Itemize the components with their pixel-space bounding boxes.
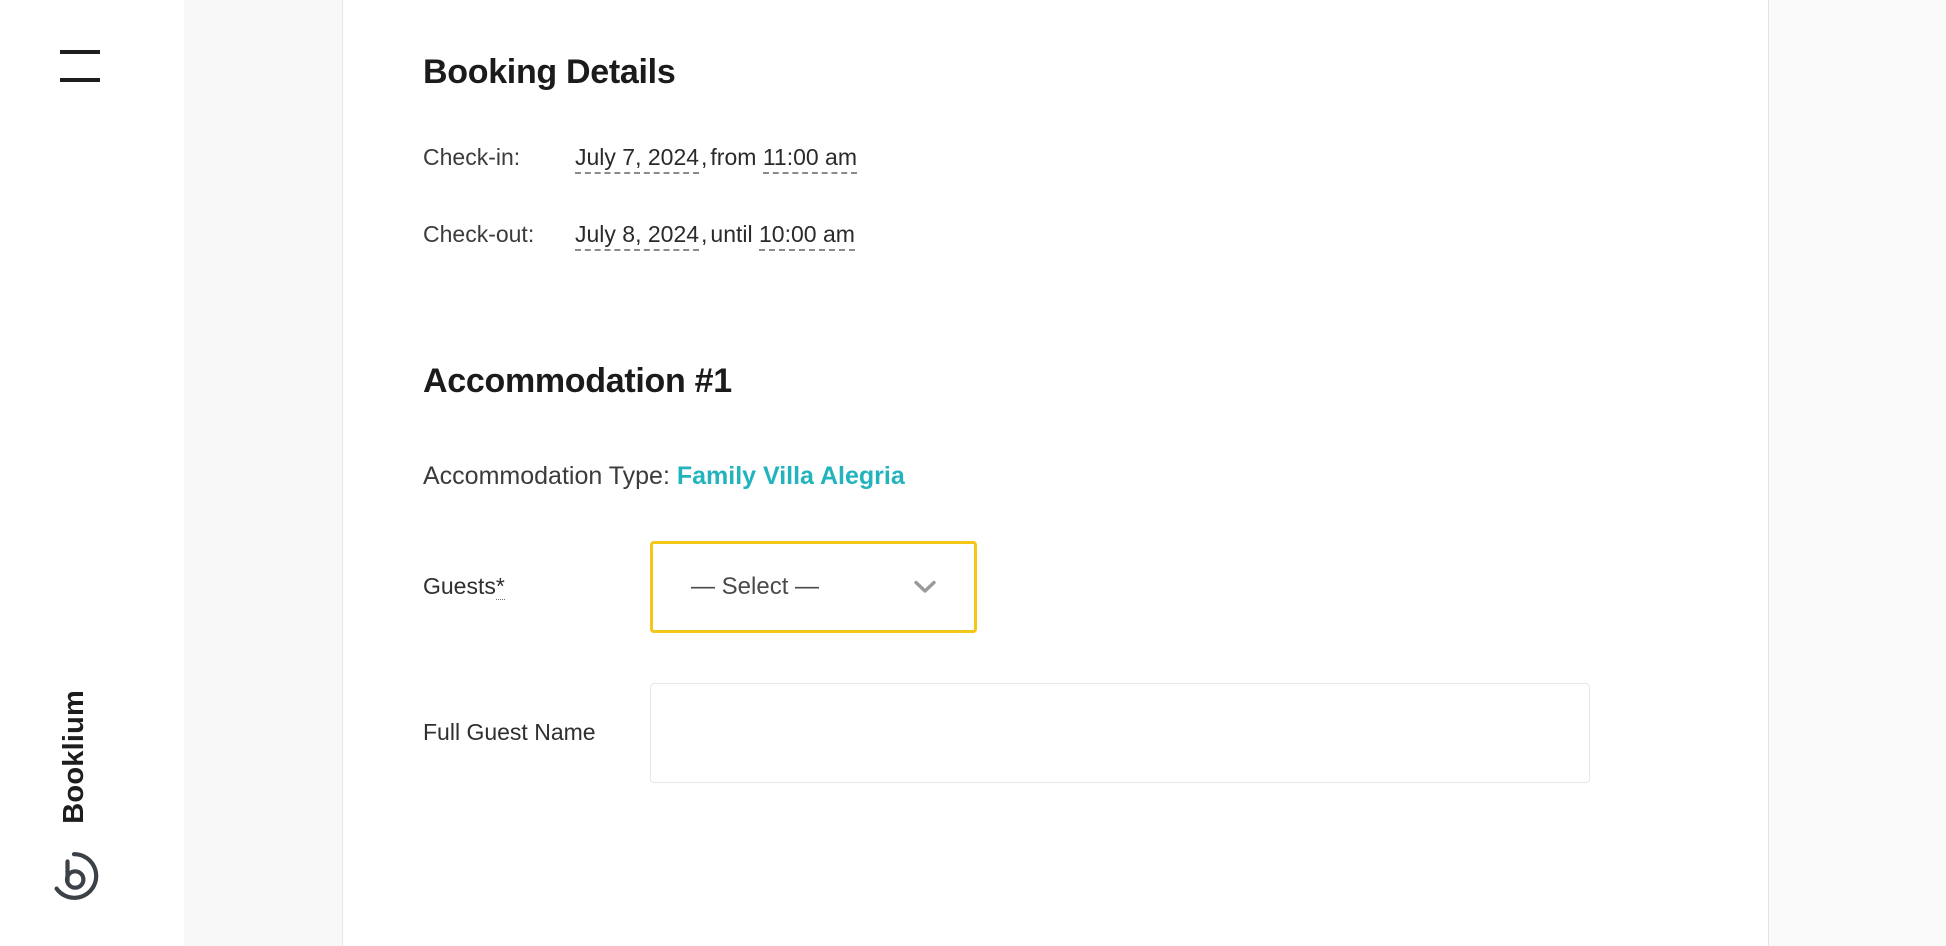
accommodation-type-row: Accommodation Type: Family Villa Alegria bbox=[423, 461, 1768, 492]
guests-select-value: — Select — bbox=[691, 572, 820, 600]
left-gutter-strip bbox=[184, 0, 343, 946]
required-asterisk: * bbox=[495, 572, 505, 600]
checkin-date: July 7, 2024 bbox=[575, 143, 700, 174]
accommodation-type-value: Family Villa Alegria bbox=[676, 461, 905, 490]
guests-field-row: Guests* — Select — bbox=[423, 540, 1768, 633]
accommodation-heading: Accommodation #1 bbox=[423, 361, 732, 400]
guest-name-input[interactable] bbox=[650, 682, 1590, 783]
checkin-label: Check-in: bbox=[423, 143, 521, 170]
checkin-preposition: from bbox=[710, 143, 757, 170]
booklium-b-circle-logo bbox=[54, 852, 99, 900]
brand-block: Booklium bbox=[40, 690, 108, 902]
left-rail: Booklium bbox=[0, 0, 184, 946]
checkout-time: 10:00 am bbox=[759, 220, 855, 251]
booking-detail-rows: Check-in: July 7, 2024, from 11:00 am Che… bbox=[423, 143, 1768, 251]
guest-name-label: Full Guest Name bbox=[423, 718, 596, 745]
accommodation-type-label: Accommodation Type: bbox=[423, 461, 670, 490]
guests-label: Guests* bbox=[423, 572, 650, 602]
main-content-panel: Booking Details Check-in: July 7, 2024, f… bbox=[343, 0, 1769, 946]
checkout-preposition: until bbox=[710, 220, 753, 247]
checkout-separator: , bbox=[701, 220, 708, 247]
booking-details-heading: Booking Details bbox=[423, 53, 676, 91]
checkin-time: 11:00 am bbox=[762, 143, 858, 174]
chevron-down-icon bbox=[914, 580, 936, 593]
guests-select[interactable]: — Select — bbox=[650, 540, 977, 633]
checkout-date: July 8, 2024 bbox=[575, 220, 700, 251]
right-grey-strip bbox=[1768, 0, 1946, 946]
checkout-row: Check-out: July 8, 2024, until 10:00 am bbox=[423, 220, 1768, 251]
hamburger-menu-icon[interactable] bbox=[60, 50, 100, 82]
guest-name-field-row: Full Guest Name bbox=[423, 682, 1768, 783]
guests-label-text: Guests bbox=[423, 572, 496, 599]
checkin-row: Check-in: July 7, 2024, from 11:00 am bbox=[423, 143, 1768, 174]
checkout-label: Check-out: bbox=[423, 220, 535, 247]
page-root: Booklium Booking Details Check-in: July … bbox=[0, 0, 1946, 946]
hamburger-bar-bottom bbox=[60, 78, 100, 82]
checkin-value: July 7, 2024, from 11:00 am bbox=[575, 143, 858, 174]
brand-name: Booklium bbox=[57, 690, 90, 824]
checkout-value: July 8, 2024, until 10:00 am bbox=[575, 220, 855, 251]
checkin-separator: , bbox=[701, 143, 708, 170]
hamburger-bar-top bbox=[60, 50, 100, 54]
